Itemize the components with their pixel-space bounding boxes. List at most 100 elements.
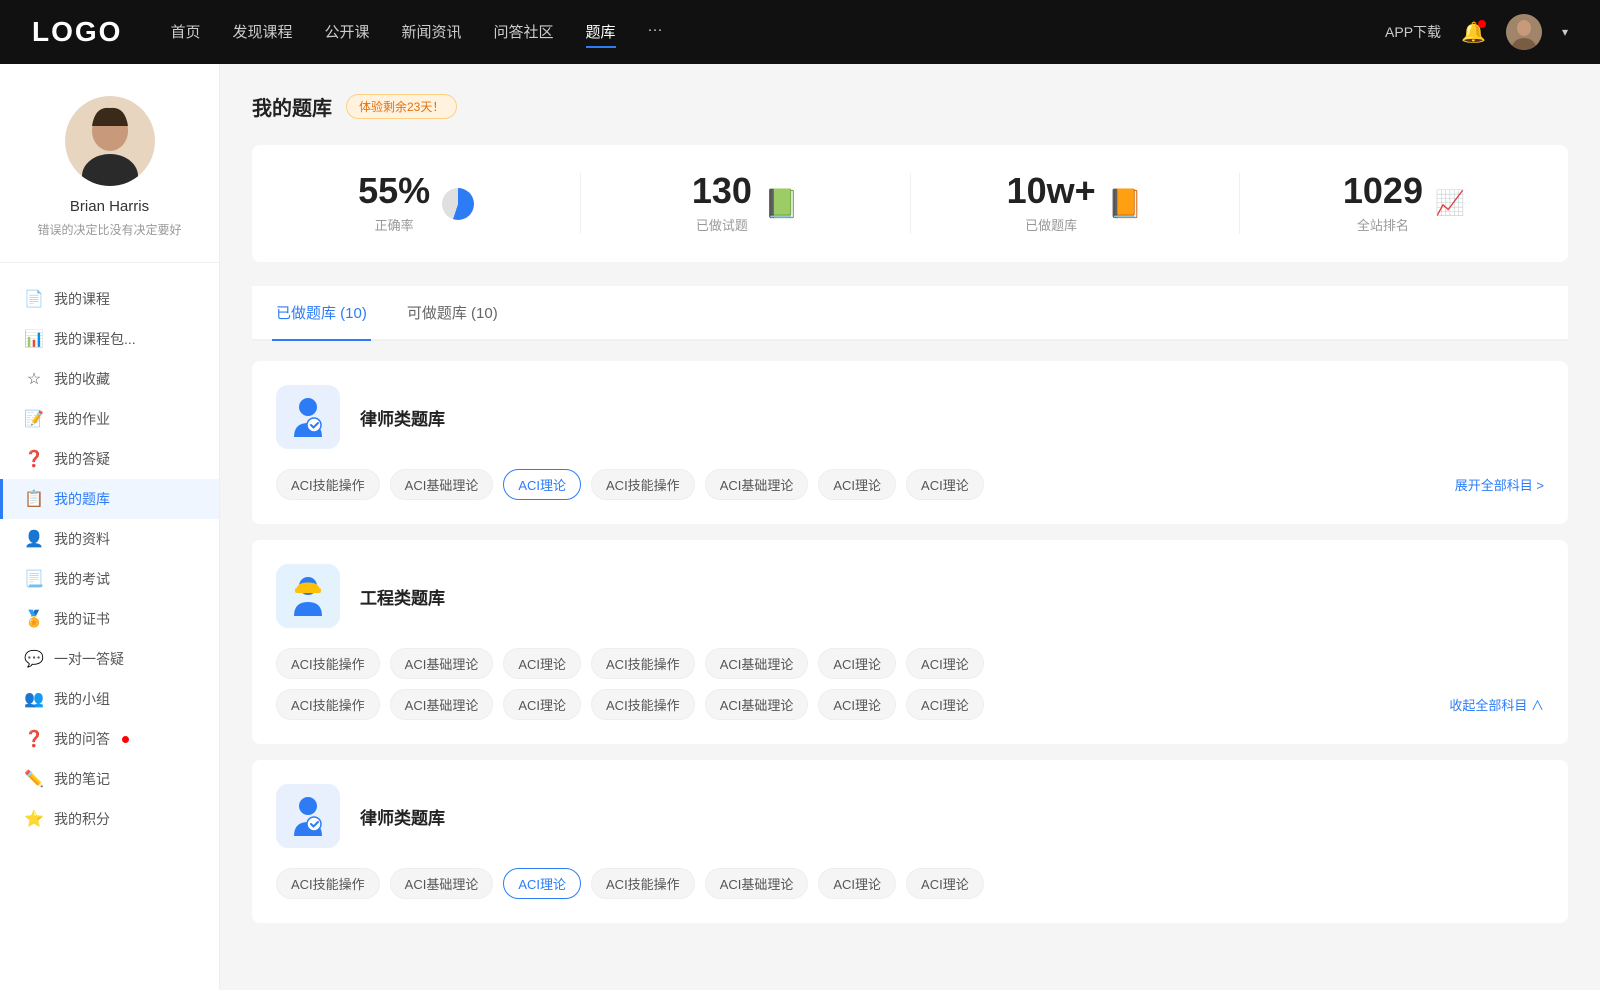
tag-1-2[interactable]: ACI基础理论 [390, 469, 494, 500]
qbank-card-engineer: 工程类题库 ACI技能操作 ACI基础理论 ACI理论 ACI技能操作 ACI基… [252, 540, 1568, 744]
packages-icon: 📊 [24, 329, 44, 349]
sidebar-item-notes[interactable]: ✏️ 我的笔记 [0, 759, 219, 799]
tag-1-3[interactable]: ACI理论 [503, 469, 581, 500]
stat-rank-text: 1029 全站排名 [1343, 173, 1423, 234]
tag-3-1[interactable]: ACI技能操作 [276, 868, 380, 899]
tabs-row: 已做题库 (10) 可做题库 (10) [252, 286, 1568, 341]
nav-qa[interactable]: 问答社区 [494, 17, 554, 48]
sidebar-label-certificate: 我的证书 [54, 609, 110, 629]
sidebar-item-tutoring[interactable]: 💬 一对一答疑 [0, 639, 219, 679]
sidebar-item-packages[interactable]: 📊 我的课程包... [0, 319, 219, 359]
tag-1-5[interactable]: ACI基础理论 [705, 469, 809, 500]
questionbank-icon: 📋 [24, 489, 44, 509]
notification-bell[interactable]: 🔔 [1461, 20, 1486, 45]
sidebar-label-homework: 我的作业 [54, 409, 110, 429]
doc-green-icon: 📗 [764, 187, 799, 220]
tag-3-6[interactable]: ACI理论 [818, 868, 896, 899]
qbank-header-3: 律师类题库 [276, 784, 1544, 848]
courses-icon: 📄 [24, 289, 44, 309]
tag-1-1[interactable]: ACI技能操作 [276, 469, 380, 500]
tag-2-14[interactable]: ACI理论 [906, 689, 984, 720]
profile-motto: 错误的决定比没有决定要好 [37, 221, 181, 238]
tag-2-1[interactable]: ACI技能操作 [276, 648, 380, 679]
tag-2-12[interactable]: ACI基础理论 [705, 689, 809, 720]
qbank-tags-2-row1: ACI技能操作 ACI基础理论 ACI理论 ACI技能操作 ACI基础理论 AC… [276, 648, 1544, 679]
sidebar-label-myqa: 我的问答 [54, 729, 110, 749]
expand-link-1[interactable]: 展开全部科目 > [1455, 475, 1544, 494]
nav-news[interactable]: 新闻资讯 [402, 17, 462, 48]
app-download-button[interactable]: APP下载 [1385, 22, 1441, 42]
qbank-tags-1: ACI技能操作 ACI基础理论 ACI理论 ACI技能操作 ACI基础理论 AC… [276, 469, 1544, 500]
nav-home[interactable]: 首页 [170, 17, 200, 48]
favorites-icon: ☆ [24, 369, 44, 389]
homework-icon: 📝 [24, 409, 44, 429]
sidebar-item-group[interactable]: 👥 我的小组 [0, 679, 219, 719]
tag-1-4[interactable]: ACI技能操作 [591, 469, 695, 500]
sidebar: Brian Harris 错误的决定比没有决定要好 📄 我的课程 📊 我的课程包… [0, 64, 220, 990]
accuracy-pie-chart [442, 188, 474, 220]
tag-2-5[interactable]: ACI基础理论 [705, 648, 809, 679]
myqa-icon: ❓ [24, 729, 44, 749]
sidebar-item-myqa[interactable]: ❓ 我的问答 [0, 719, 219, 759]
sidebar-label-packages: 我的课程包... [54, 329, 136, 349]
user-dropdown-arrow[interactable]: ▾ [1562, 25, 1568, 39]
qbank-header-2: 工程类题库 [276, 564, 1544, 628]
tag-2-4[interactable]: ACI技能操作 [591, 648, 695, 679]
tag-2-9[interactable]: ACI基础理论 [390, 689, 494, 720]
group-icon: 👥 [24, 689, 44, 709]
sidebar-item-questionbank[interactable]: 📋 我的题库 [0, 479, 219, 519]
user-avatar-nav[interactable] [1506, 14, 1542, 50]
tag-2-10[interactable]: ACI理论 [503, 689, 581, 720]
myqa-badge [122, 736, 129, 743]
sidebar-menu: 📄 我的课程 📊 我的课程包... ☆ 我的收藏 📝 我的作业 ❓ 我的答疑 📋 [0, 263, 219, 839]
tag-1-6[interactable]: ACI理论 [818, 469, 896, 500]
tag-2-11[interactable]: ACI技能操作 [591, 689, 695, 720]
tag-2-6[interactable]: ACI理论 [818, 648, 896, 679]
qbank-card-lawyer-1: 律师类题库 ACI技能操作 ACI基础理论 ACI理论 ACI技能操作 ACI基… [252, 361, 1568, 524]
trial-badge: 体验剩余23天！ [346, 94, 457, 119]
qbank-icon-engineer [276, 564, 340, 628]
bar-chart-icon: 📈 [1435, 189, 1465, 218]
points-icon: ⭐ [24, 809, 44, 829]
tag-2-8[interactable]: ACI技能操作 [276, 689, 380, 720]
sidebar-item-qa[interactable]: ❓ 我的答疑 [0, 439, 219, 479]
tag-3-4[interactable]: ACI技能操作 [591, 868, 695, 899]
sidebar-label-points: 我的积分 [54, 809, 110, 829]
sidebar-item-courses[interactable]: 📄 我的课程 [0, 279, 219, 319]
stat-done-banks: 10w+ 已做题库 📙 [911, 173, 1240, 234]
sidebar-item-favorites[interactable]: ☆ 我的收藏 [0, 359, 219, 399]
nav-opencourse[interactable]: 公开课 [324, 17, 369, 48]
page-header: 我的题库 体验剩余23天！ [252, 92, 1568, 121]
collapse-link-2[interactable]: 收起全部科目 ∧ [1449, 695, 1544, 714]
tag-2-13[interactable]: ACI理论 [818, 689, 896, 720]
sidebar-item-homework[interactable]: 📝 我的作业 [0, 399, 219, 439]
tag-1-7[interactable]: ACI理论 [906, 469, 984, 500]
tab-done[interactable]: 已做题库 (10) [272, 286, 371, 341]
tag-3-2[interactable]: ACI基础理论 [390, 868, 494, 899]
tag-3-5[interactable]: ACI基础理论 [705, 868, 809, 899]
stat-banks-number: 10w+ [1007, 173, 1096, 209]
tag-3-3[interactable]: ACI理论 [503, 868, 581, 899]
profile-icon: 👤 [24, 529, 44, 549]
sidebar-label-favorites: 我的收藏 [54, 369, 110, 389]
nav-more[interactable]: ··· [648, 17, 663, 48]
navbar-right: APP下载 🔔 ▾ [1385, 14, 1568, 50]
qbank-title-3: 律师类题库 [360, 804, 445, 829]
sidebar-item-certificate[interactable]: 🏅 我的证书 [0, 599, 219, 639]
tag-3-7[interactable]: ACI理论 [906, 868, 984, 899]
qbank-icon-lawyer-1 [276, 385, 340, 449]
profile-section: Brian Harris 错误的决定比没有决定要好 [0, 96, 219, 263]
tab-todo[interactable]: 可做题库 (10) [403, 286, 502, 341]
sidebar-item-points[interactable]: ⭐ 我的积分 [0, 799, 219, 839]
tag-2-2[interactable]: ACI基础理论 [390, 648, 494, 679]
sidebar-item-profile[interactable]: 👤 我的资料 [0, 519, 219, 559]
sidebar-item-exam[interactable]: 📃 我的考试 [0, 559, 219, 599]
tag-2-7[interactable]: ACI理论 [906, 648, 984, 679]
tag-2-3[interactable]: ACI理论 [503, 648, 581, 679]
tabs-container: 已做题库 (10) 可做题库 (10) [252, 286, 1568, 341]
sidebar-label-group: 我的小组 [54, 689, 110, 709]
nav-questionbank[interactable]: 题库 [586, 17, 616, 48]
nav-discover[interactable]: 发现课程 [232, 17, 292, 48]
stat-done-number: 130 [692, 173, 752, 209]
qbank-tags-2-row2: ACI技能操作 ACI基础理论 ACI理论 ACI技能操作 ACI基础理论 AC… [276, 689, 1544, 720]
